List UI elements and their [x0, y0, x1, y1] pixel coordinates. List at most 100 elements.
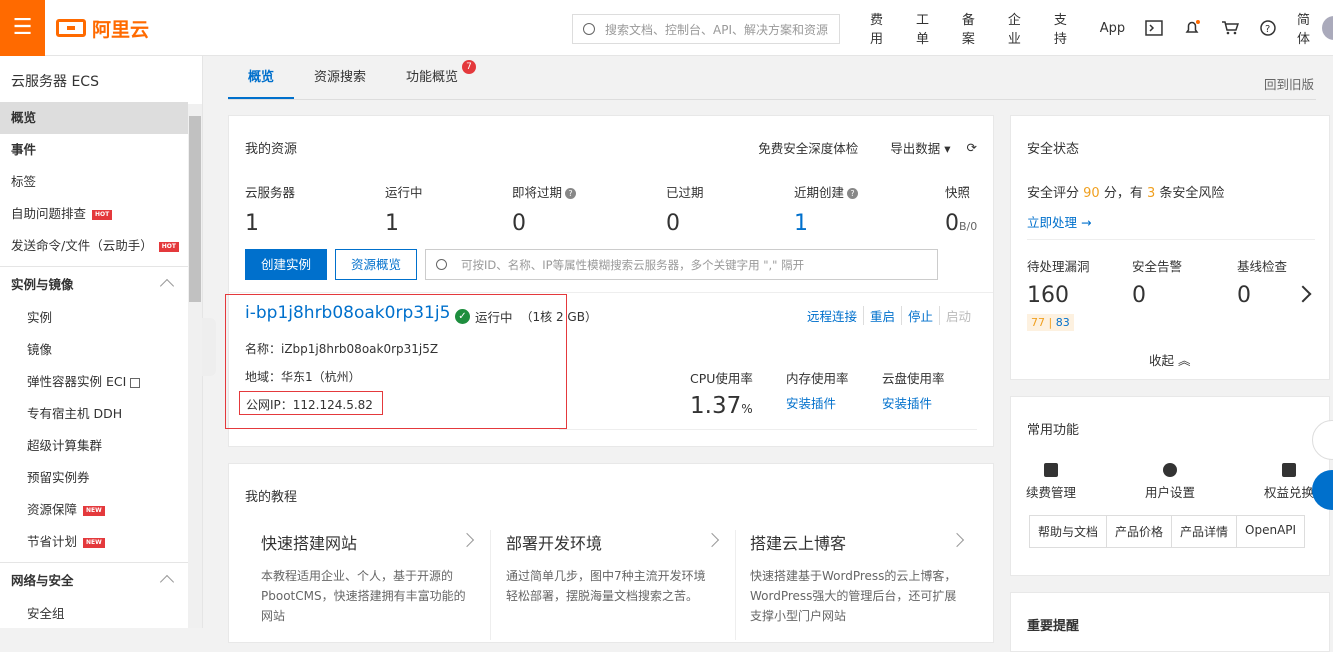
- nav-app[interactable]: App: [1100, 21, 1125, 36]
- tutorial-card[interactable]: 快速搭建网站 本教程适用企业、个人，基于开源的PbootCMS，快速搭建拥有丰富功…: [261, 530, 491, 640]
- security-checkup-link[interactable]: 免费安全深度体检: [758, 138, 858, 157]
- score-mid: 分，有: [1103, 186, 1143, 201]
- sidebar-item-label: 预留实例券: [27, 470, 90, 485]
- security-alerts-stat[interactable]: 安全告警 0: [1132, 256, 1182, 308]
- stat-expired[interactable]: 已过期 0: [666, 182, 704, 236]
- nav-filing[interactable]: 备案: [962, 9, 988, 47]
- tutorial-card[interactable]: 搭建云上博客 快速搭建基于WordPress的云上博客，WordPress强大的管…: [750, 530, 980, 640]
- card-title: 安全状态: [1027, 142, 1080, 157]
- install-plugin-link[interactable]: 安装插件: [786, 393, 849, 412]
- nav-enterprise[interactable]: 企业: [1008, 9, 1034, 47]
- sidebar-item-label: 安全组: [27, 606, 65, 621]
- scrollbar-thumb[interactable]: [189, 116, 201, 302]
- instance-id-link[interactable]: i-bp1j8hrb08oak0rp31j5: [245, 303, 450, 323]
- restart-link[interactable]: 重启: [862, 306, 901, 325]
- sidebar-item-overview[interactable]: 概览: [0, 102, 188, 134]
- help-icon[interactable]: ?: [1259, 20, 1277, 36]
- metric-value: 1.37: [690, 393, 742, 419]
- sidebar-item-reserved[interactable]: 预留实例券: [0, 462, 188, 494]
- remote-connect-link[interactable]: 远程连接: [801, 306, 863, 325]
- install-plugin-link[interactable]: 安装插件: [882, 393, 945, 412]
- sidebar-collapse-handle[interactable]: [202, 318, 216, 376]
- divider: [559, 429, 977, 430]
- stat-servers[interactable]: 云服务器 1: [245, 182, 295, 236]
- stat-value: 1: [385, 211, 399, 236]
- create-instance-button[interactable]: 创建实例: [245, 249, 327, 280]
- menu-icon[interactable]: ☰: [0, 0, 45, 56]
- bell-icon[interactable]: [1183, 20, 1201, 36]
- divider: [229, 292, 993, 293]
- language-switch[interactable]: 简体: [1297, 9, 1323, 47]
- openapi-link[interactable]: OpenAPI: [1237, 516, 1304, 547]
- export-data-dropdown[interactable]: 导出数据 ▾: [874, 138, 950, 157]
- tutorial-card[interactable]: 部署开发环境 通过简单几步，图中7种主流开发环境轻松部署，摆脱海量文档搜索之苦。: [506, 530, 736, 640]
- score-value: 90: [1083, 186, 1100, 201]
- tab-overview[interactable]: 概览: [228, 58, 295, 99]
- my-resources-card: 我的资源 免费安全深度体检 导出数据 ▾ ⟳ 云服务器 1 运行中 1 即将过期? 0…: [225, 115, 994, 447]
- hot-badge: HOT: [92, 209, 113, 220]
- sidebar-item-troubleshoot[interactable]: 自助问题排查 HOT: [0, 198, 188, 230]
- refresh-icon[interactable]: ⟳: [967, 140, 977, 155]
- terminal-icon[interactable]: [1145, 20, 1163, 36]
- sidebar-title: 云服务器 ECS: [11, 74, 99, 90]
- stat-expiring[interactable]: 即将过期? 0: [512, 182, 577, 236]
- stop-link[interactable]: 停止: [900, 306, 939, 325]
- nav-tickets[interactable]: 工单: [916, 9, 942, 47]
- nav-support[interactable]: 支持: [1054, 9, 1080, 47]
- tab-resource-search[interactable]: 资源搜索: [294, 58, 386, 99]
- sidebar-item-images[interactable]: 镜像: [0, 334, 188, 366]
- search-icon: [583, 23, 595, 35]
- sidebar-item-label: 弹性容器实例 ECI: [27, 374, 127, 389]
- help-docs-link[interactable]: 帮助与文档: [1030, 516, 1108, 547]
- stat-snapshots[interactable]: 快照 0B/0: [945, 182, 977, 236]
- logo[interactable]: 阿里云: [56, 16, 149, 41]
- stat-label: 快照: [945, 185, 971, 200]
- sidebar-group-network[interactable]: 网络与安全: [0, 562, 188, 598]
- sidebar-item-eci[interactable]: 弹性容器实例 ECI: [0, 366, 188, 398]
- stat-running[interactable]: 运行中 1: [385, 182, 423, 236]
- check-circle-icon: ✓: [455, 309, 470, 324]
- sidebar-scrollbar[interactable]: [188, 104, 202, 628]
- help-icon[interactable]: ?: [565, 188, 577, 199]
- global-search-input[interactable]: 搜索文档、控制台、API、解决方案和资源: [572, 14, 840, 44]
- chevron-right-icon[interactable]: [1294, 285, 1312, 303]
- product-details-link[interactable]: 产品详情: [1172, 516, 1238, 547]
- sidebar-item-security-group[interactable]: 安全组: [0, 598, 188, 628]
- product-pricing-link[interactable]: 产品价格: [1107, 516, 1173, 547]
- card-title: 我的教程: [245, 490, 298, 505]
- back-to-old-version-link[interactable]: 回到旧版: [1264, 74, 1314, 93]
- instance-search-input[interactable]: 可按ID、名称、IP等属性模糊搜索云服务器，多个关键字用 "," 隔开: [425, 249, 938, 280]
- tab-feature-overview[interactable]: 功能概览 7: [386, 58, 478, 99]
- renewal-management[interactable]: 续费管理: [1006, 463, 1096, 501]
- user-settings[interactable]: 用户设置: [1125, 463, 1215, 501]
- sidebar-item-instances[interactable]: 实例: [0, 302, 188, 334]
- sidebar-item-scc[interactable]: 超级计算集群: [0, 430, 188, 462]
- stat-recent[interactable]: 近期创建? 1: [794, 182, 859, 236]
- divider: [1027, 239, 1315, 240]
- vuln-count-a: 77: [1031, 316, 1045, 329]
- sidebar-item-savings[interactable]: 节省计划 NEW: [0, 526, 188, 558]
- nav-fees[interactable]: 费用: [870, 9, 896, 47]
- baseline-check-stat[interactable]: 基线检查 0: [1237, 256, 1287, 308]
- sidebar-item-label: 资源保障: [27, 502, 78, 517]
- cart-icon[interactable]: [1221, 20, 1240, 36]
- aliyun-logo-icon: [56, 19, 86, 37]
- instance-region: 地域：华东1（杭州）: [245, 370, 361, 384]
- sidebar-item-label: 专有宿主机 DDH: [27, 406, 123, 421]
- help-icon[interactable]: ?: [847, 188, 859, 199]
- handle-now-link[interactable]: 立即处理 →: [1027, 212, 1091, 231]
- sidebar-item-send-command[interactable]: 发送命令/文件（云助手） HOT: [0, 230, 188, 262]
- collapse-button[interactable]: 收起 ︽: [1149, 350, 1191, 369]
- sidebar-item-label: 节省计划: [27, 534, 78, 549]
- sidebar-item-ddh[interactable]: 专有宿主机 DDH: [0, 398, 188, 430]
- start-link: 启动: [938, 306, 977, 325]
- sidebar-item-capacity[interactable]: 资源保障 NEW: [0, 494, 188, 526]
- sidebar-item-tags[interactable]: 标签: [0, 166, 188, 198]
- sidebar-item-events[interactable]: 事件: [0, 134, 188, 166]
- vulnerabilities-stat[interactable]: 待处理漏洞 160 77 | 83: [1027, 256, 1090, 331]
- function-label: 用户设置: [1144, 485, 1195, 500]
- sidebar-group-instances[interactable]: 实例与镜像: [0, 266, 188, 302]
- sidebar-item-label: 概览: [11, 110, 37, 125]
- resource-overview-button[interactable]: 资源概览: [335, 249, 417, 280]
- instance-name: 名称：iZbp1j8hrb08oak0rp31j5Z: [245, 342, 439, 356]
